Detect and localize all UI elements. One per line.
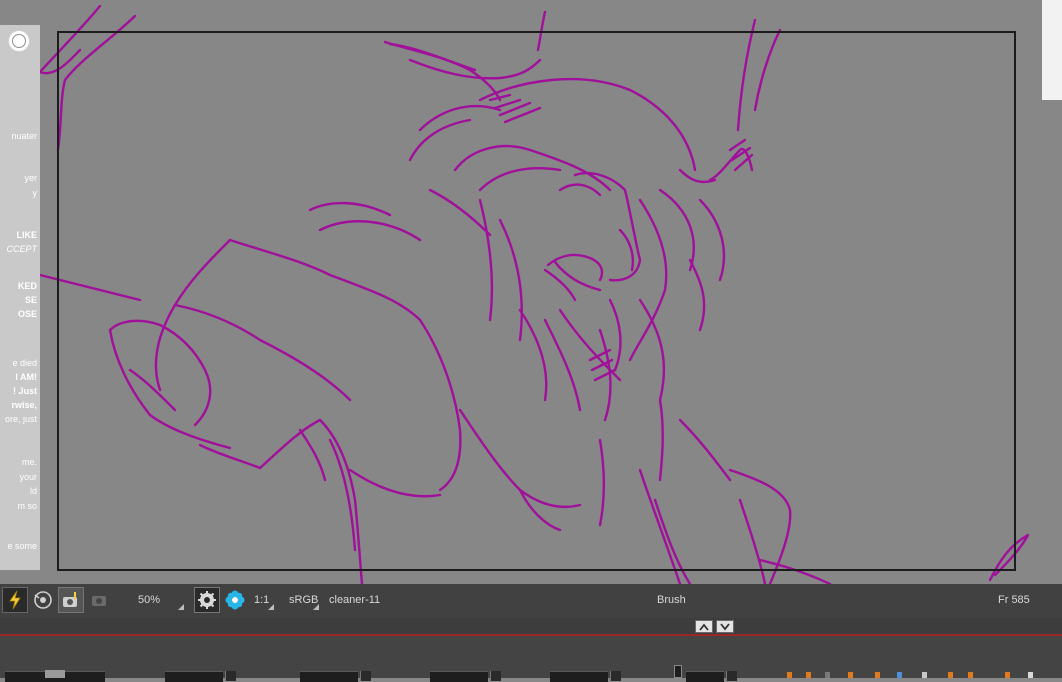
timeline-field[interactable]: [165, 671, 223, 682]
canvas-viewport[interactable]: nuater yer y LIKE CCEPT KED SE OSE e died I AM! ! …: [0, 0, 1062, 584]
side-panel-text-line: SE: [24, 295, 37, 305]
lightning-icon[interactable]: [2, 587, 28, 613]
onion-skin-icon[interactable]: [30, 587, 56, 613]
timeline-spin-icon[interactable]: [490, 671, 501, 681]
side-panel-text-line: ! Just: [12, 386, 37, 396]
side-panel-text-line: yer: [24, 173, 37, 183]
timeline-spin-icon[interactable]: [225, 671, 236, 681]
side-panel-text-line: ld: [29, 486, 37, 496]
timeline-field[interactable]: [430, 671, 488, 682]
tool-icon[interactable]: [875, 672, 880, 678]
right-scrollbar[interactable]: [1042, 0, 1062, 100]
side-panel-text-line: nuater: [11, 131, 37, 141]
ratio-dropdown-icon[interactable]: [268, 604, 274, 610]
side-panel-text-line: rwise,: [11, 400, 37, 410]
status-bar: 50% 1:1 sRGB cleaner-11 Brush Fr 585: [0, 584, 1062, 618]
ratio-label[interactable]: 1:1: [254, 594, 269, 606]
timeline-field[interactable]: [686, 671, 724, 682]
active-tool-label: Brush: [657, 594, 686, 606]
timeline-field[interactable]: [300, 671, 358, 682]
zoom-dropdown-icon[interactable]: [178, 604, 184, 610]
color-space-dropdown-icon[interactable]: [313, 604, 319, 610]
side-panel-text-line: KED: [17, 281, 37, 291]
side-panel-text-line: me.: [21, 457, 37, 467]
timeline-toolbar: [0, 636, 1062, 682]
tool-icon[interactable]: [922, 672, 927, 678]
side-panel-text-line: CCEPT: [6, 244, 37, 254]
layer-name: cleaner-11: [329, 594, 381, 606]
camera-icon[interactable]: [58, 587, 84, 613]
chevron-down-icon[interactable]: [716, 620, 734, 633]
side-panel-text-line: LIKE: [16, 230, 37, 240]
chevron-up-icon[interactable]: [695, 620, 713, 633]
timeline-slider-handle[interactable]: [45, 670, 65, 678]
side-panel-text-line: your: [19, 472, 37, 482]
panel-logo-icon[interactable]: [8, 30, 30, 52]
tool-icon[interactable]: [787, 672, 792, 678]
tool-icon[interactable]: [806, 672, 811, 678]
gear-icon[interactable]: [194, 587, 220, 613]
side-panel-text-line: m so: [17, 501, 37, 511]
panel-divider[interactable]: [0, 618, 1062, 636]
tool-icon[interactable]: [948, 672, 953, 678]
timeline-field[interactable]: [550, 671, 608, 682]
frame-counter: Fr 585: [998, 594, 1030, 606]
flower-icon[interactable]: [222, 587, 248, 613]
tool-icon[interactable]: [1028, 672, 1033, 678]
timeline-marker[interactable]: [674, 665, 682, 678]
side-panel-text-line: e some: [7, 541, 37, 551]
timeline-spin-icon[interactable]: [610, 671, 621, 681]
side-panel-text-line: OSE: [17, 309, 37, 319]
zoom-level[interactable]: 50%: [138, 594, 160, 606]
tool-icon[interactable]: [848, 672, 853, 678]
tool-icon[interactable]: [897, 672, 902, 678]
camera-frame: [57, 31, 1016, 571]
tool-icon[interactable]: [968, 672, 973, 678]
side-panel-text-line: e died: [12, 358, 37, 368]
tool-icon[interactable]: [825, 672, 830, 678]
tool-icon[interactable]: [1005, 672, 1010, 678]
timeline-spin-icon[interactable]: [360, 671, 371, 681]
side-panel-text-line: y: [32, 188, 38, 198]
camera-off-icon[interactable]: [86, 587, 112, 613]
timeline-spin-icon[interactable]: [726, 671, 737, 681]
side-panel-text-line: ore, just: [4, 414, 37, 424]
side-panel-text-line: I AM!: [15, 372, 37, 382]
side-panel: nuater yer y LIKE CCEPT KED SE OSE e died I AM! ! …: [0, 25, 40, 570]
